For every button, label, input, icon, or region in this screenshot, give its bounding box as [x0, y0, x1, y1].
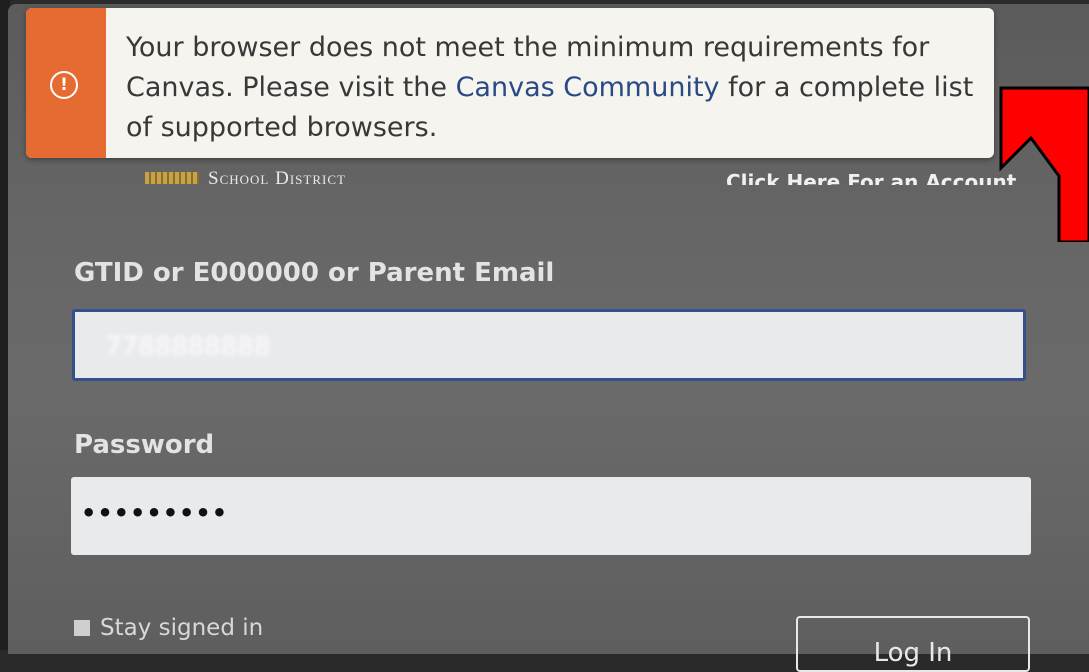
district-logo: [145, 172, 199, 184]
banner-message: Your browser does not meet the minimum r…: [106, 8, 994, 158]
red-arrow-annotation: [999, 86, 1089, 242]
login-button[interactable]: Log In: [796, 616, 1030, 672]
password-value: •••••••••: [81, 499, 229, 527]
username-value: 7788888888: [105, 332, 271, 362]
stay-signed-in-control[interactable]: Stay signed in: [74, 615, 263, 641]
username-label: GTID or E000000 or Parent Email: [74, 258, 555, 288]
browser-warning-banner: ! Your browser does not meet the minimum…: [26, 8, 994, 158]
password-label: Password: [74, 430, 215, 460]
canvas-community-link[interactable]: Canvas Community: [456, 72, 720, 103]
stay-signed-in-label: Stay signed in: [100, 615, 264, 641]
district-label: School District: [208, 168, 346, 189]
stay-signed-in-checkbox[interactable]: [74, 620, 90, 636]
password-input[interactable]: •••••••••: [71, 477, 1031, 555]
banner-accent-stripe: !: [26, 8, 106, 158]
create-account-link[interactable]: Click Here For an Account: [726, 167, 1032, 185]
username-input[interactable]: 7788888888: [72, 309, 1026, 381]
alert-circle-icon: !: [50, 71, 78, 99]
